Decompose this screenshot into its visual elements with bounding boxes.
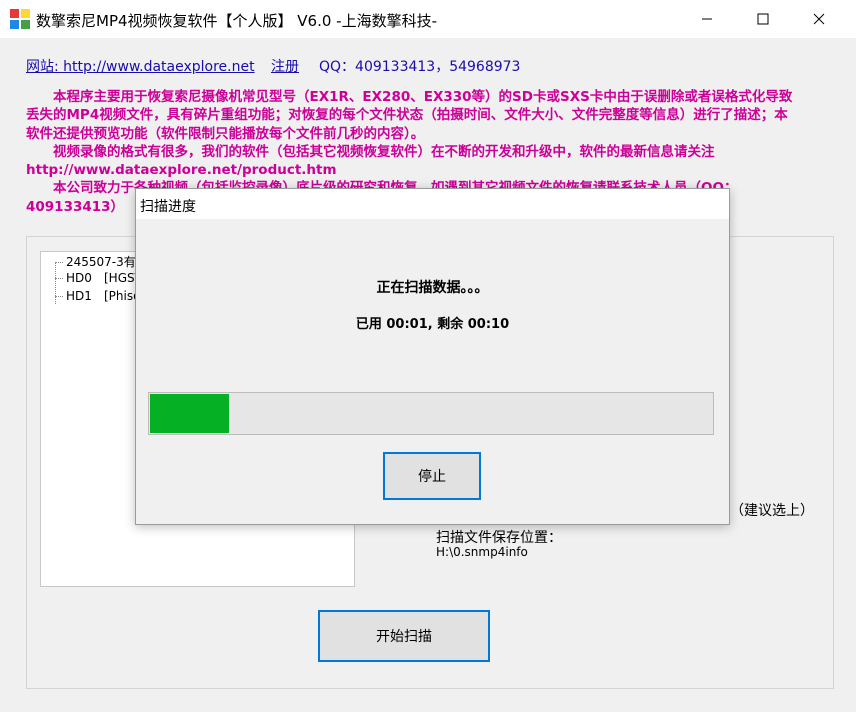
dialog-title: 扫描进度 bbox=[140, 199, 196, 215]
progress-fill bbox=[150, 394, 229, 433]
tree-item-id: HD0 bbox=[66, 271, 92, 285]
window-title: 数擎索尼MP4视频恢复软件【个人版】 V6.0 -上海数擎科技- bbox=[36, 12, 438, 30]
tree-root-label: 245507-3有 bbox=[66, 255, 136, 269]
tree-dash bbox=[55, 296, 63, 297]
register-link[interactable]: 注册 bbox=[271, 56, 299, 76]
dialog-title-bar: 扫描进度 bbox=[136, 189, 729, 219]
tree-item-hd0[interactable]: HD0 [HGST bbox=[55, 271, 142, 288]
description-paragraph: 本程序主要用于恢复索尼摄像机常见型号（EX1R、EX280、EX330等）的SD… bbox=[26, 89, 793, 142]
scan-time-text: 已用 00:01, 剩余 00:10 bbox=[355, 317, 510, 332]
website-link[interactable]: 网站: http://www.dataexplore.net bbox=[26, 56, 255, 76]
qq-info: QQ：409133413，54968973 bbox=[319, 59, 521, 75]
close-button[interactable] bbox=[796, 0, 842, 38]
minimize-icon bbox=[702, 18, 712, 20]
scan-progress-dialog: 扫描进度 正在扫描数据。。。 已用 00:01, 剩余 00:10 停止 bbox=[135, 188, 730, 525]
start-scan-button[interactable]: 开始扫描 bbox=[318, 610, 490, 662]
tree-item-id: HD1 bbox=[66, 289, 92, 303]
save-location-path: H:\0.snmp4info bbox=[436, 545, 528, 559]
close-icon bbox=[813, 13, 825, 25]
maximize-icon bbox=[757, 13, 769, 25]
tree-root-item[interactable]: 245507-3有 bbox=[55, 253, 136, 270]
tree-dash bbox=[55, 278, 63, 279]
app-icon bbox=[10, 9, 30, 29]
save-location-label: 扫描文件保存位置： bbox=[436, 530, 562, 546]
maximize-button[interactable] bbox=[740, 0, 786, 38]
description-paragraph: 视频录像的格式有很多，我们的软件（包括其它视频恢复软件）在不断的开发和升级中，软… bbox=[26, 143, 715, 179]
recommend-hint: （建议选上） bbox=[730, 503, 814, 519]
scan-progress-bar bbox=[148, 392, 714, 435]
stop-button[interactable]: 停止 bbox=[383, 452, 481, 500]
minimize-button[interactable] bbox=[684, 0, 730, 38]
tree-dash bbox=[55, 262, 63, 263]
title-bar: 数擎索尼MP4视频恢复软件【个人版】 V6.0 -上海数擎科技- bbox=[0, 0, 856, 38]
tree-item-hd1[interactable]: HD1 [Phiso bbox=[55, 289, 140, 306]
scan-status-text: 正在扫描数据。。。 bbox=[376, 280, 489, 296]
